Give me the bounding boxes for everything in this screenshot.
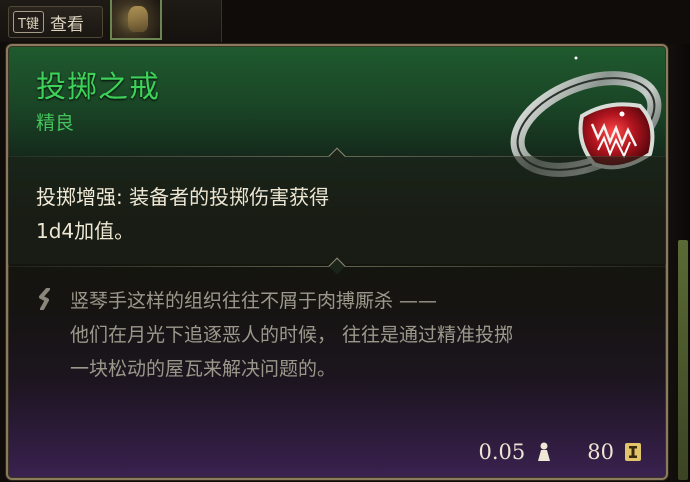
effect-desc-line2: 1d4加值。 (36, 219, 135, 243)
flavor-line: 他们在月光下追逐恶人的时候， 往往是通过精准投掷 (70, 324, 514, 346)
item-value: 80 (587, 440, 614, 464)
flavor-text: 竖琴手这样的组织往往不屑于肉搏厮杀 —— 他们在月光下追逐恶人的时候， 往往是通… (70, 284, 660, 386)
flavor-line: 一块松动的屋瓦来解决问题的。 (70, 358, 337, 380)
key-badge: T键 (13, 11, 44, 33)
inspect-hint-label: 查看 (49, 14, 84, 35)
item-stats: 0.05 80 (479, 440, 643, 464)
effect-name: 投掷增强: (36, 185, 123, 209)
quote-mark-icon (39, 288, 50, 310)
flavor-line: 竖琴手这样的组织往往不屑于肉搏厮杀 —— (70, 290, 438, 312)
weight-icon (538, 442, 551, 461)
item-tooltip: 投掷之戒 精良 投掷增强: 装备者的投掷伤害获得 1d4加值。 竖琴手这样的组织… (6, 44, 668, 480)
character-portrait-thumb-icon[interactable] (110, 0, 162, 40)
item-weight: 0.05 (478, 440, 526, 464)
background-panel-edge (670, 44, 690, 482)
top-hint-bar: T键 查看 (0, 0, 222, 42)
section-divider (8, 147, 666, 165)
gold-coin-icon (625, 443, 641, 461)
item-effect: 投掷增强: 装备者的投掷伤害获得 1d4加值。 (36, 180, 436, 248)
inspect-hint[interactable]: T键 查看 (8, 6, 103, 38)
item-rarity: 精良 (36, 112, 75, 134)
effect-desc-line1: 装备者的投掷伤害获得 (129, 185, 330, 209)
item-name: 投掷之戒 (36, 70, 160, 105)
section-divider (8, 257, 666, 275)
